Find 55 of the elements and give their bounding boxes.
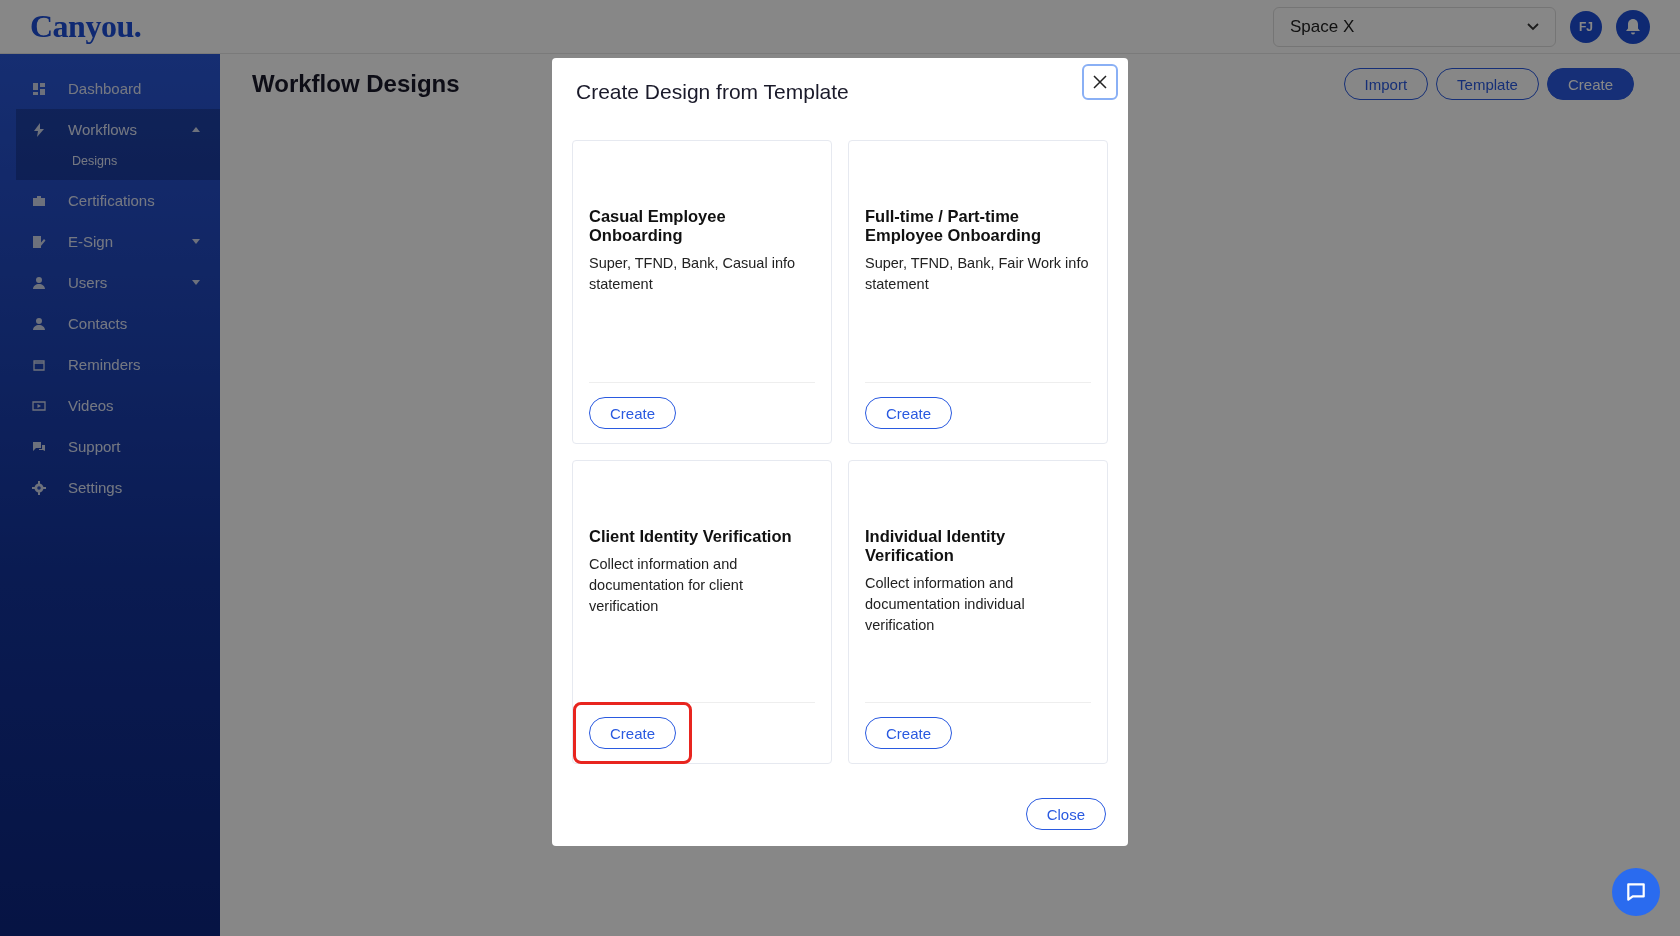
create-button[interactable]: Create	[589, 397, 677, 429]
sidebar-label: Reminders	[68, 356, 142, 373]
logo[interactable]: Canyou.	[30, 8, 142, 45]
sidebar-label: Users	[68, 274, 109, 291]
sidebar-item[interactable]: Contacts	[16, 303, 220, 344]
grid-icon	[32, 81, 46, 96]
bolt-icon	[32, 122, 46, 137]
sidebar-item[interactable]: Dashboard	[16, 68, 220, 109]
video-icon	[32, 398, 46, 413]
action-button[interactable]: Template	[1436, 68, 1539, 100]
create-button[interactable]: Create	[1546, 68, 1634, 100]
sidebar-item[interactable]: Users	[16, 262, 220, 303]
space-select[interactable]: Space X	[1273, 6, 1556, 47]
template-title: Full-time / Part-time Employee Onboarding	[865, 207, 1043, 245]
template-description: Super, TFND, Bank, Casual info statement	[589, 254, 797, 294]
close-icon[interactable]	[1082, 64, 1118, 100]
sidebar-label: Settings	[68, 479, 124, 496]
dialog-title: Create Design from Template	[576, 79, 849, 104]
sidebar-item[interactable]: Videos	[16, 385, 220, 426]
chevron-down-icon	[1527, 22, 1539, 31]
cal-icon	[32, 357, 46, 372]
sidebar-label: Dashboard	[68, 80, 143, 97]
sidebar-item[interactable]: Workflows	[16, 109, 220, 150]
sidebar-label: Certifications	[68, 192, 156, 209]
case-icon	[32, 193, 46, 208]
bell-icon[interactable]	[1616, 9, 1650, 44]
create-button[interactable]: Create	[865, 717, 953, 749]
sidebar-item[interactable]: E-Sign	[16, 221, 220, 262]
sidebar-label: Contacts	[68, 315, 129, 332]
sidebar-item[interactable]: Support	[16, 426, 220, 467]
sign-icon	[32, 234, 46, 249]
template-description: Collect information and documentation for client verification	[589, 555, 744, 616]
page-title: Workflow Designs	[252, 70, 460, 98]
chat-bubble-icon[interactable]	[1612, 868, 1660, 916]
create-button[interactable]: Create	[589, 717, 677, 749]
sidebar-subitem[interactable]: Designs	[16, 150, 220, 180]
sidebar-label: Workflows	[68, 121, 138, 138]
sidebar-label: E-Sign	[68, 233, 115, 250]
sidebar-item[interactable]: Reminders	[16, 344, 220, 385]
avatar[interactable]: FJ	[1570, 10, 1602, 43]
template-description: Super, TFND, Bank, Fair Work info statement	[865, 254, 1090, 294]
user-icon	[32, 316, 46, 331]
chat-icon	[32, 439, 46, 454]
sidebar-item[interactable]: Settings	[16, 467, 220, 508]
template-title: Casual Employee Onboarding	[589, 207, 727, 245]
template-title: Client Identity Verification	[589, 527, 793, 546]
sidebar-item[interactable]: Certifications	[16, 180, 220, 221]
close-button[interactable]: Close	[1025, 798, 1106, 830]
template-title: Individual Identity Verification	[865, 527, 1007, 565]
sidebar-label: Videos	[68, 397, 115, 414]
sidebar-label: Support	[68, 438, 122, 455]
create-button[interactable]: Create	[865, 397, 953, 429]
template-description: Collect information and documentation individual verification	[865, 574, 1026, 635]
action-button[interactable]: Import	[1343, 68, 1429, 100]
user-icon	[32, 275, 46, 290]
